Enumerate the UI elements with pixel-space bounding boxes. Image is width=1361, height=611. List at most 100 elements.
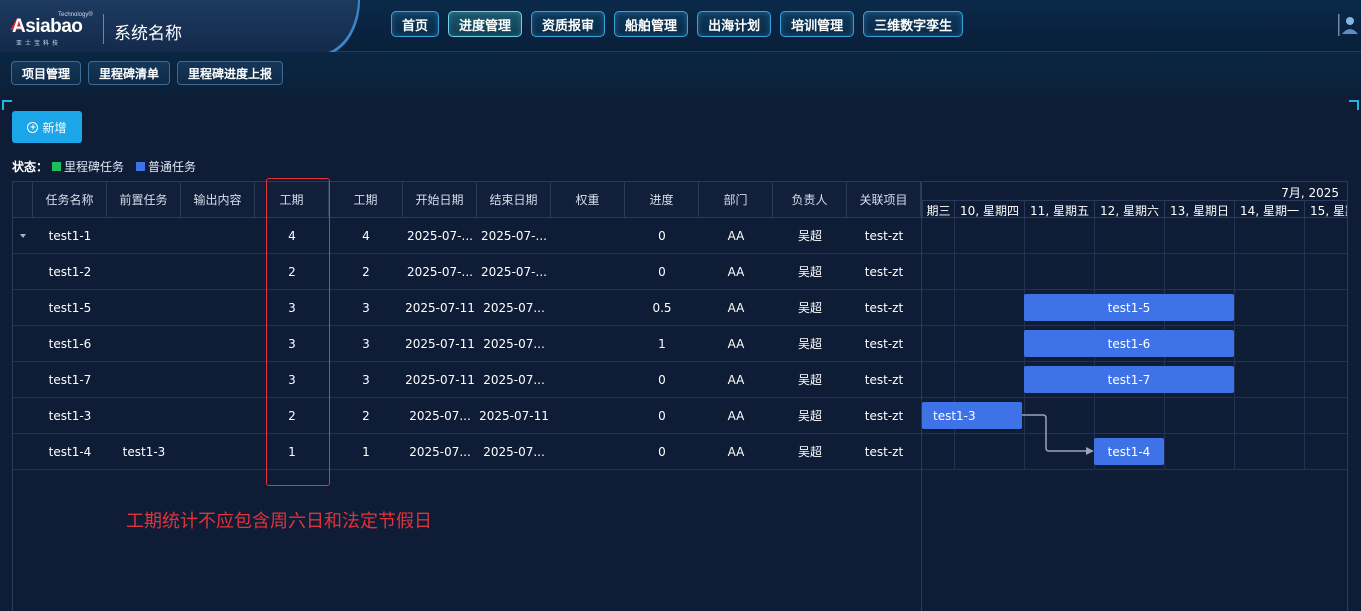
cell-pre — [107, 290, 181, 325]
cell-out — [181, 362, 255, 397]
cell-weight — [551, 362, 625, 397]
column-header-6[interactable]: 开始日期 — [403, 182, 477, 217]
column-header-10[interactable]: 部门 — [699, 182, 773, 217]
column-header-12[interactable]: 关联项目 — [847, 182, 921, 217]
cell-project: test-zt — [864, 264, 904, 279]
cell-start: 2025-07-11 — [405, 336, 475, 351]
table-row[interactable]: test1-3 2 2 2025-07... 2025-07-11 0 AA 吴超 test-z… — [13, 398, 921, 434]
nav-tab-5[interactable]: 培训管理 — [780, 11, 855, 37]
legend-normal-label: 普通任务 — [148, 160, 197, 174]
cell-progress: 0 — [658, 408, 666, 423]
cell-name: test1-6 — [48, 336, 92, 351]
table-row[interactable]: test1-1 4 4 2025-07-... 2025-07-... 0 AA 吴超 test… — [13, 218, 921, 254]
gantt-row-line — [922, 253, 1347, 254]
task-grid: 任务名称 前置任务 输出内容 工期 工期 开始日期 结束日期 权重 进度 部门 负责人 关联项目 te… — [12, 181, 922, 611]
gantt-day-header: 期三 10, 星期四 11, 星期五 12, 星期六 13, 星期日 14, 星期一 15,… — [922, 200, 1347, 219]
legend-milestone-label: 里程碑任务 — [64, 160, 125, 174]
gantt-row-line — [922, 433, 1347, 434]
column-header-7[interactable]: 结束日期 — [477, 182, 551, 217]
cell-project: test-zt — [864, 228, 904, 243]
grid-body: test1-1 4 4 2025-07-... 2025-07-... 0 AA 吴超 test… — [13, 218, 921, 470]
logo-sub-text: 亚士宝科技 — [16, 40, 62, 47]
column-header-2[interactable]: 前置任务 — [107, 182, 181, 217]
nav-tab-1[interactable]: 进度管理 — [448, 11, 523, 37]
cell-owner: 吴超 — [797, 229, 822, 243]
gantt-day-6: 15, 星期二 — [1304, 201, 1347, 219]
cell-name: test1-5 — [48, 300, 92, 315]
subnav-tab-2[interactable]: 里程碑进度上报 — [177, 61, 284, 85]
cell-start: 2025-07-11 — [405, 300, 475, 315]
gantt-bar-test1-5[interactable]: test1-5 — [1024, 294, 1234, 321]
expand-cell — [13, 362, 33, 397]
legend-normal: 普通任务 — [136, 158, 196, 175]
frame-corner — [1349, 100, 1359, 110]
logo-panel: Asiabao Technology® 亚士宝科技 系统名称 — [0, 0, 360, 56]
column-header-5[interactable]: 工期 — [329, 182, 403, 217]
gantt-bar-test1-6[interactable]: test1-6 — [1024, 330, 1234, 357]
table-row[interactable]: test1-4 test1-3 1 1 2025-07... 2025-07... 0 AA 吴… — [13, 434, 921, 470]
cell-end: 2025-07-... — [481, 264, 547, 279]
nav-tab-4[interactable]: 出海计划 — [697, 11, 772, 37]
cell-project: test-zt — [864, 444, 904, 459]
cell-pre — [107, 254, 181, 289]
cell-out — [181, 254, 255, 289]
table-row[interactable]: test1-7 3 3 2025-07-11 2025-07... 0 AA 吴超 test-z… — [13, 362, 921, 398]
arrow-head-icon — [1086, 447, 1094, 455]
normal-swatch — [136, 162, 146, 171]
nav-tab-3[interactable]: 船舶管理 — [614, 11, 689, 37]
gantt-day-4: 13, 星期日 — [1164, 201, 1234, 219]
subnav-tab-0[interactable]: 项目管理 — [11, 61, 82, 85]
expand-caret-icon[interactable] — [20, 233, 26, 238]
cell-owner: 吴超 — [797, 301, 822, 315]
cell-end: 2025-07... — [483, 372, 545, 387]
main-nav: 首页 进度管理 资质报审 船舶管理 出海计划 培训管理 三维数字孪生 — [391, 11, 964, 37]
cell-owner: 吴超 — [797, 373, 822, 387]
cell-dept: AA — [727, 336, 745, 351]
sub-nav: 项目管理 里程碑清单 里程碑进度上报 — [0, 52, 1361, 96]
cell-name: test1-1 — [48, 228, 92, 243]
gantt-day-1: 10, 星期四 — [954, 201, 1024, 219]
subnav-tab-1[interactable]: 里程碑清单 — [88, 61, 171, 85]
cell-project: test-zt — [864, 300, 904, 315]
expand-cell[interactable] — [13, 218, 33, 253]
cell-pre — [107, 326, 181, 361]
cell-end: 2025-07... — [483, 336, 545, 351]
cell-end: 2025-07... — [483, 300, 545, 315]
column-header-9[interactable]: 进度 — [625, 182, 699, 217]
column-header-11[interactable]: 负责人 — [773, 182, 847, 217]
gantt-bar-test1-3[interactable]: test1-3 — [922, 402, 1022, 429]
column-header-1[interactable]: 任务名称 — [33, 182, 107, 217]
cell-project: test-zt — [864, 336, 904, 351]
nav-tab-6[interactable]: 三维数字孪生 — [863, 11, 964, 37]
cell-start: 2025-07-... — [407, 228, 473, 243]
user-avatar-icon[interactable] — [1338, 14, 1358, 36]
cell-weight — [551, 398, 625, 433]
add-button[interactable]: 新增 — [12, 111, 82, 143]
cell-dept: AA — [727, 372, 745, 387]
cell-dept: AA — [727, 228, 745, 243]
cell-name: test1-7 — [48, 372, 92, 387]
nav-tab-0[interactable]: 首页 — [391, 11, 440, 37]
cell-weight — [551, 218, 625, 253]
cell-out — [181, 326, 255, 361]
content-panel: 新增 状态： 里程碑任务 普通任务 任务名称 前置任务 输出内容 工期 工期 开始日期 结束… — [0, 96, 1361, 611]
expand-cell — [13, 290, 33, 325]
expand-cell — [13, 434, 33, 469]
cell-dept: AA — [727, 300, 745, 315]
logo-text: Asiabao — [12, 16, 83, 37]
table-row[interactable]: test1-6 3 3 2025-07-11 2025-07... 1 AA 吴超 test-z… — [13, 326, 921, 362]
system-title: 系统名称 — [114, 24, 182, 44]
table-row[interactable]: test1-5 3 3 2025-07-11 2025-07... 0.5 AA 吴超 test… — [13, 290, 921, 326]
cell-weight — [551, 326, 625, 361]
gantt-bar-test1-4[interactable]: test1-4 — [1094, 438, 1164, 465]
column-header-3[interactable]: 输出内容 — [181, 182, 255, 217]
gantt-day-3: 12, 星期六 — [1094, 201, 1164, 219]
gantt-row-line — [922, 469, 1347, 470]
cell-start: 2025-07... — [409, 444, 471, 459]
cell-end: 2025-07-11 — [479, 408, 549, 423]
nav-tab-2[interactable]: 资质报审 — [531, 11, 606, 37]
table-row[interactable]: test1-2 2 2 2025-07-... 2025-07-... 0 AA 吴超 test… — [13, 254, 921, 290]
gantt-bar-test1-7[interactable]: test1-7 — [1024, 366, 1234, 393]
column-header-8[interactable]: 权重 — [551, 182, 625, 217]
column-header-0[interactable] — [13, 182, 33, 217]
